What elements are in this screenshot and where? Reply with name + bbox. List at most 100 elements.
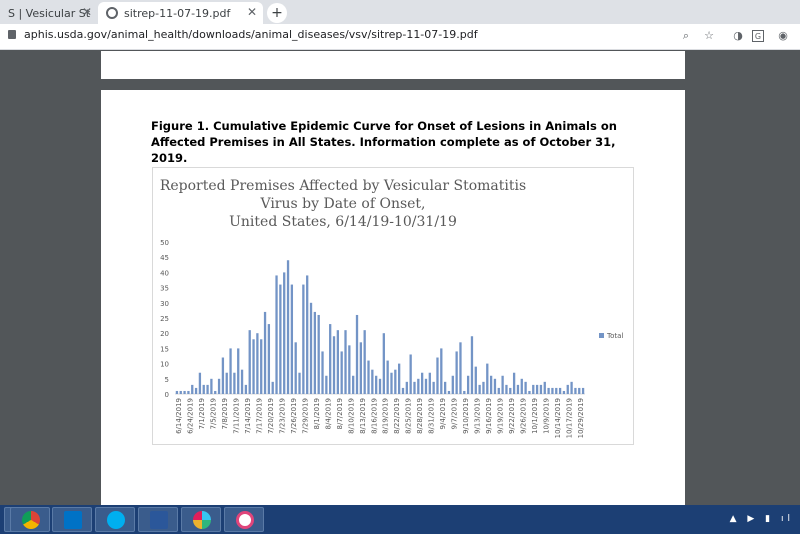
- y-tick-label: 25: [160, 315, 169, 323]
- x-tick-label: 10/9/2019: [543, 398, 551, 434]
- bar: [256, 333, 259, 394]
- pdf-viewer[interactable]: Figure 1. Cumulative Epidemic Curve for …: [0, 51, 800, 505]
- new-tab-button[interactable]: +: [267, 3, 287, 23]
- bar: [298, 372, 301, 394]
- bar: [271, 381, 274, 394]
- x-tick-label: 9/10/2019: [462, 398, 470, 434]
- tab-label: sitrep-11-07-19.pdf: [124, 6, 231, 20]
- x-tick-label: 6/14/2019: [175, 398, 183, 434]
- close-tab-icon[interactable]: ✕: [247, 5, 257, 19]
- taskbar-outlook[interactable]: [52, 507, 92, 532]
- tab-vesicular-stomatitis[interactable]: S | Vesicular Stomatitis ✕: [0, 2, 98, 24]
- bar: [466, 375, 470, 394]
- bar: [367, 360, 370, 394]
- bar: [501, 375, 504, 394]
- bar: [267, 324, 271, 394]
- bar: [474, 366, 477, 394]
- bar: [244, 384, 248, 394]
- x-tick-label: 7/14/2019: [244, 398, 252, 434]
- bar: [451, 375, 454, 394]
- bar: [283, 272, 286, 394]
- x-tick-label: 7/1/2019: [198, 398, 206, 429]
- bar: [547, 387, 550, 394]
- x-tick-label: 8/4/2019: [324, 398, 332, 429]
- close-tab-icon[interactable]: ✕: [82, 5, 92, 19]
- taskbar-itunes[interactable]: [224, 507, 264, 532]
- bar: [566, 384, 569, 394]
- bar: [194, 387, 198, 394]
- bar: [302, 284, 305, 394]
- bar: [413, 381, 416, 394]
- bar: [401, 387, 405, 394]
- bar: [398, 363, 401, 394]
- tab-label: S | Vesicular Stomatitis: [8, 6, 90, 20]
- bar: [455, 351, 458, 394]
- bar: [179, 390, 182, 394]
- bar: [252, 339, 255, 394]
- legend-label-total: Total: [606, 332, 623, 340]
- address-bar[interactable]: aphis.usda.gov/animal_health/downloads/a…: [8, 28, 478, 41]
- taskbar-skype[interactable]: [95, 507, 135, 532]
- bar: [321, 351, 324, 394]
- x-tick-label: 7/11/2019: [232, 398, 240, 434]
- bar: [470, 336, 474, 394]
- profile-icon[interactable]: G: [752, 30, 764, 42]
- bar: [206, 384, 209, 394]
- x-tick-label: 10/29/2019: [577, 398, 585, 438]
- chart-title-line: Reported Premises Affected by Vesicular …: [160, 178, 526, 194]
- taskbar-chrome[interactable]: [10, 507, 50, 532]
- figure-caption: Figure 1. Cumulative Epidemic Curve for …: [151, 119, 617, 165]
- bar: [424, 378, 428, 394]
- x-tick-label: 6/24/2019: [186, 398, 194, 434]
- slack-icon: [193, 511, 211, 529]
- x-tick-label: 10/17/2019: [566, 398, 574, 438]
- bar: [555, 387, 558, 394]
- epidemic-curve-chart: Reported Premises Affected by Vesicular …: [160, 178, 624, 438]
- x-tick-label: 8/25/2019: [405, 398, 413, 434]
- taskbar-word[interactable]: [138, 507, 178, 532]
- bar: [516, 384, 520, 394]
- chart-title-line: Virus by Date of Onset,: [259, 196, 425, 212]
- taskbar-slack[interactable]: [181, 507, 221, 532]
- y-tick-label: 15: [160, 345, 169, 353]
- bar: [237, 348, 240, 394]
- bar: [509, 387, 512, 394]
- taskbar: ▲ ▶ ▮ ıl: [0, 505, 800, 534]
- star-icon[interactable]: ☆: [703, 30, 715, 42]
- bar: [489, 375, 493, 394]
- bar: [359, 342, 362, 394]
- system-tray[interactable]: ▲ ▶ ▮ ıl: [730, 514, 794, 524]
- x-tick-label: 10/1/2019: [531, 398, 539, 434]
- chart-frame: Reported Premises Affected by Vesicular …: [152, 167, 634, 445]
- tab-sitrep-pdf[interactable]: sitrep-11-07-19.pdf ✕: [98, 2, 263, 24]
- y-tick-label: 45: [160, 254, 169, 262]
- bar: [551, 387, 554, 394]
- pdf-page: [101, 51, 685, 79]
- menu-icon[interactable]: ◉: [777, 30, 789, 42]
- bar: [371, 369, 374, 394]
- x-tick-label: 9/19/2019: [497, 398, 505, 434]
- bar: [405, 381, 408, 394]
- x-tick-label: 8/7/2019: [336, 398, 344, 429]
- chart-title: Reported Premises Affected by Vesicular …: [160, 178, 526, 230]
- bar: [344, 330, 347, 394]
- bar: [436, 357, 439, 394]
- itunes-icon: [236, 511, 254, 529]
- zoom-icon[interactable]: ⌕: [680, 30, 692, 42]
- y-tick-label: 20: [160, 330, 169, 338]
- x-tick-label: 9/22/2019: [508, 398, 516, 434]
- bar: [581, 387, 585, 394]
- bar: [539, 384, 543, 394]
- skype-icon: [107, 511, 125, 529]
- bar: [306, 275, 309, 394]
- chart-title-line: United States, 6/14/19-10/31/19: [229, 214, 457, 230]
- bar: [210, 378, 213, 394]
- x-tick-label: 8/10/2019: [347, 398, 355, 434]
- extension-icon[interactable]: ◑: [732, 30, 744, 42]
- y-tick-label: 5: [165, 376, 169, 384]
- bar: [440, 348, 443, 394]
- bar: [493, 378, 497, 394]
- pdf-page: Figure 1. Cumulative Epidemic Curve for …: [101, 90, 685, 505]
- bar: [390, 372, 393, 394]
- bar: [286, 260, 290, 394]
